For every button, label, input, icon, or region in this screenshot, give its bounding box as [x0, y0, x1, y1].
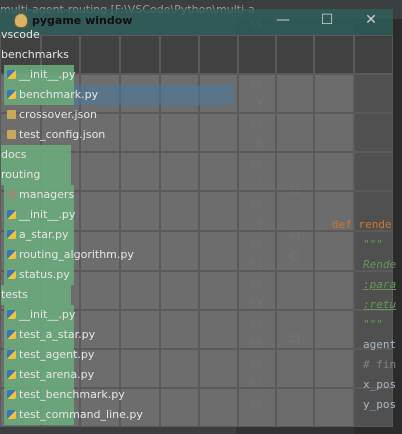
project-tree-label: tests [1, 288, 28, 301]
code-line: Rende [363, 258, 397, 271]
python-file-icon [7, 250, 16, 259]
project-tree-label: test_command_line.py [19, 408, 143, 421]
code-line: :para [363, 278, 397, 291]
project-tree-label: test_agent.py [19, 348, 95, 361]
project-tree-label: test_benchmark.py [19, 388, 125, 401]
code-line: """ [363, 238, 383, 251]
code-line: agent [363, 338, 397, 351]
python-file-icon [7, 330, 16, 339]
project-tree-item[interactable]: __init__.py [4, 205, 76, 225]
python-file-icon [7, 390, 16, 399]
close-button[interactable]: ✕ [350, 9, 392, 31]
project-tree-item[interactable]: benchmark.py [4, 85, 234, 105]
grid-cell-dark [354, 35, 393, 74]
project-tree-item[interactable]: a_star.py [4, 225, 74, 245]
project-tree-label: crossover.json [19, 108, 98, 121]
grid-cell-dark [314, 35, 354, 74]
project-tree-item[interactable]: vscode [1, 25, 40, 45]
project-tree-item[interactable]: test_benchmark.py [4, 385, 125, 405]
project-tree-label: test_config.json [19, 128, 106, 141]
project-tree-label: vscode [1, 28, 40, 41]
code-line: y_pos [363, 398, 397, 411]
project-tree-item[interactable]: docs [1, 145, 71, 165]
pygame-title-bar[interactable]: pygame window — ☐ ✕ [0, 9, 393, 35]
grid-cell-dark [238, 35, 276, 74]
python-file-icon [7, 270, 16, 279]
python-file-icon [7, 90, 16, 99]
project-tree-item[interactable]: crossover.json [4, 105, 97, 125]
project-tree-item[interactable]: status.py [4, 265, 74, 285]
python-file-icon [7, 410, 16, 419]
project-tree-label: test_a_star.py [19, 328, 96, 341]
project-tree-label: routing_algorithm.py [19, 248, 134, 261]
python-file-icon [7, 370, 16, 379]
project-tree-item[interactable]: benchmarks [1, 45, 69, 65]
project-tree-item[interactable]: __init__.py [4, 305, 76, 325]
minimize-button[interactable]: — [262, 9, 304, 31]
project-tree-label: status.py [19, 268, 70, 281]
project-tree-label: docs [1, 148, 27, 161]
code-line: """ [363, 318, 383, 331]
grid-cell-dark [276, 35, 314, 74]
python-file-icon [7, 310, 16, 319]
json-file-icon [7, 110, 16, 119]
python-file-icon [7, 70, 16, 79]
project-tree-label: test_arena.py [19, 368, 95, 381]
project-tree-label: managers [19, 188, 75, 201]
project-tree-item[interactable]: test_a_star.py [4, 325, 95, 345]
python-file-icon [7, 350, 16, 359]
project-tree-label: benchmarks [1, 48, 69, 61]
python-file-icon [7, 210, 16, 219]
code-line: x_pos [363, 378, 397, 391]
code-line: def rende [332, 218, 392, 231]
project-tree-item[interactable]: routing [1, 165, 71, 185]
project-tree-label: __init__.py [19, 308, 76, 321]
project-tree-label: benchmark.py [19, 88, 99, 101]
project-tree-item[interactable]: test_arena.py [4, 365, 94, 385]
code-line: :retu [363, 298, 397, 311]
grid-cell-dark [80, 35, 120, 74]
project-tree-item[interactable]: test_agent.py [4, 345, 94, 365]
python-file-icon [7, 230, 16, 239]
project-tree-label: __init__.py [19, 68, 76, 81]
project-tree-item[interactable]: tests [1, 285, 71, 305]
code-line: # fin [363, 358, 397, 371]
project-tree-label: routing [1, 168, 41, 181]
project-tree-item[interactable]: routing_algorithm.py [4, 245, 134, 265]
folder-icon [7, 190, 16, 199]
project-tree-item[interactable]: test_command_line.py [4, 405, 143, 425]
grid-cell-dark [199, 35, 238, 74]
grid-cell-dark [120, 35, 160, 74]
json-file-icon [7, 130, 16, 139]
maximize-button[interactable]: ☐ [306, 9, 348, 31]
project-tree-item[interactable]: __init__.py [4, 65, 76, 85]
project-tree-item[interactable]: managers [4, 185, 74, 205]
pygame-window-title: pygame window [32, 14, 133, 27]
project-tree-label: __init__.py [19, 208, 76, 221]
project-tree-item[interactable]: test_config.json [4, 125, 105, 145]
project-tree-label: a_star.py [19, 228, 69, 241]
grid-cell-dark [160, 35, 199, 74]
